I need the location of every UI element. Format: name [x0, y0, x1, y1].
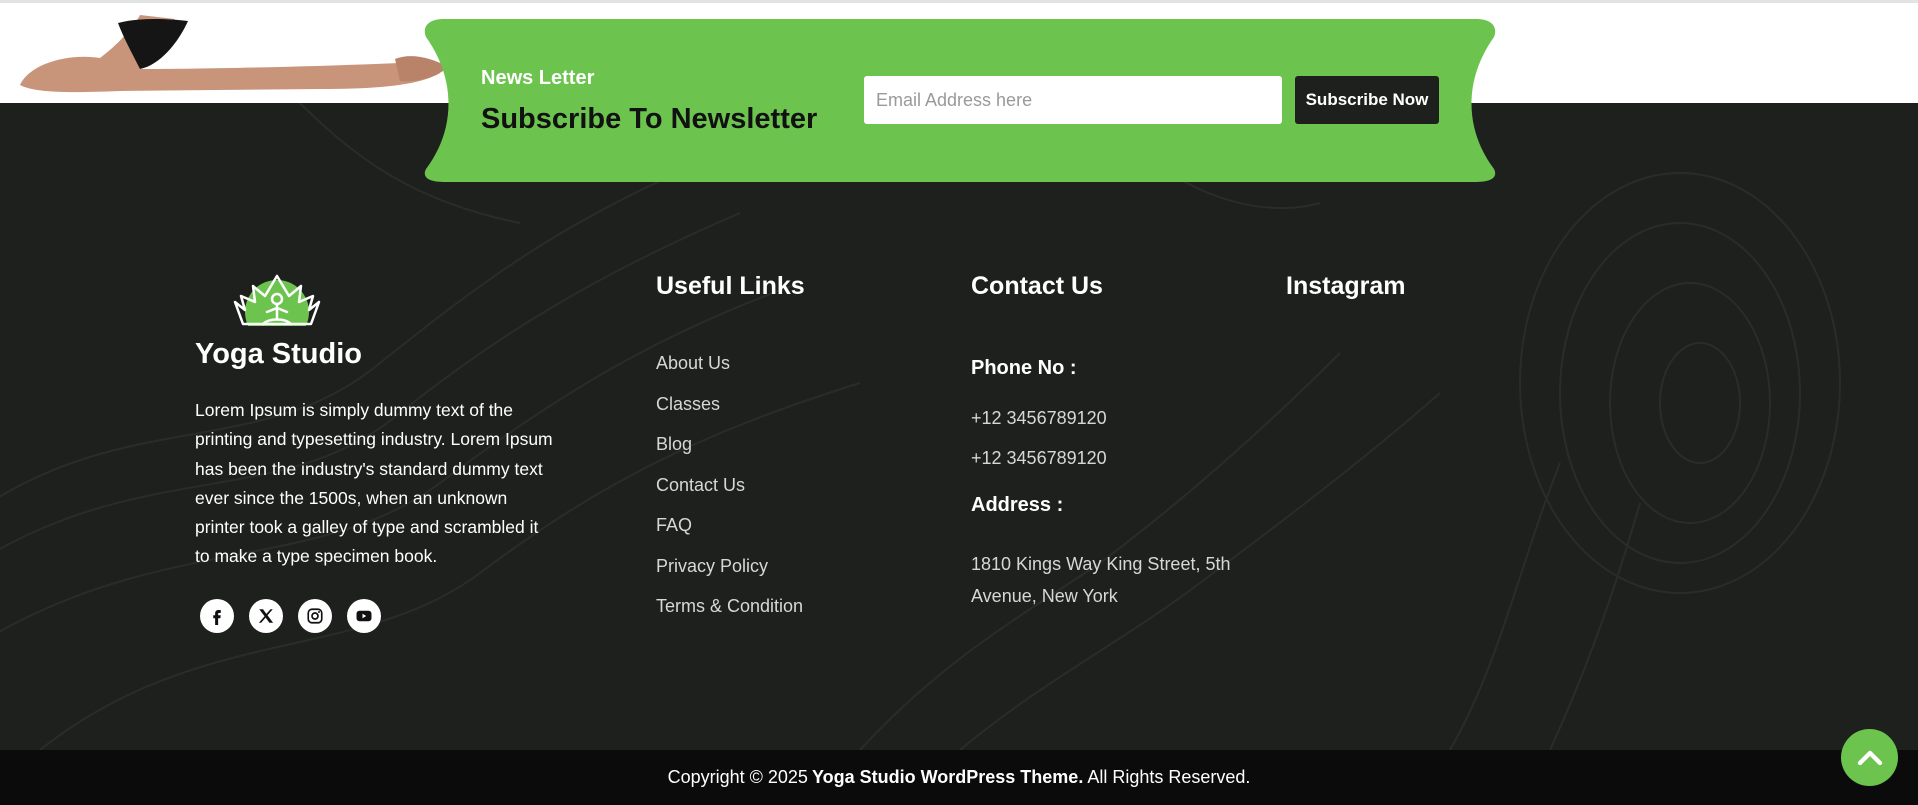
link-faq[interactable]: FAQ	[656, 515, 803, 556]
copyright-brand-link[interactable]: Yoga Studio WordPress Theme.	[812, 767, 1083, 788]
facebook-link[interactable]	[200, 599, 234, 633]
instagram-title: Instagram	[1286, 272, 1406, 300]
address-text: 1810 Kings Way King Street, 5th Avenue, …	[971, 554, 1231, 606]
x-twitter-icon	[258, 609, 274, 623]
instagram-icon	[307, 608, 323, 624]
link-classes[interactable]: Classes	[656, 394, 803, 435]
link-blog[interactable]: Blog	[656, 434, 803, 475]
scroll-to-top-button[interactable]	[1841, 729, 1898, 786]
phone-label: Phone No :	[971, 357, 1077, 379]
youtube-icon	[356, 610, 372, 622]
copyright-suffix: All Rights Reserved.	[1087, 767, 1251, 787]
facebook-icon	[213, 610, 221, 625]
link-about-us[interactable]: About Us	[656, 353, 803, 394]
newsletter-kicker: News Letter	[481, 67, 595, 89]
link-contact-us[interactable]: Contact Us	[656, 475, 803, 516]
brand-logo[interactable]: Yoga Studio	[195, 272, 363, 372]
youtube-link[interactable]	[347, 599, 381, 633]
address-label: Address :	[971, 494, 1064, 516]
social-links	[200, 599, 381, 633]
x-twitter-link[interactable]	[249, 599, 283, 633]
useful-links-title: Useful Links	[656, 272, 805, 300]
newsletter-title: Subscribe To Newsletter	[481, 103, 818, 135]
link-terms-condition[interactable]: Terms & Condition	[656, 596, 803, 637]
yoga-model-photo	[20, 15, 448, 93]
newsletter-banner: News Letter Subscribe To Newsletter Subs…	[424, 19, 1496, 182]
email-input[interactable]	[864, 76, 1282, 124]
brand-name: Yoga Studio	[195, 338, 363, 370]
instagram-link[interactable]	[298, 599, 332, 633]
link-privacy-policy[interactable]: Privacy Policy	[656, 556, 803, 597]
copyright-prefix: Copyright © 2025	[667, 767, 808, 787]
phone-number-2[interactable]: +12 3456789120	[971, 448, 1107, 469]
subscribe-button[interactable]: Subscribe Now	[1295, 76, 1439, 124]
about-text: Lorem Ipsum is simply dummy text of the …	[195, 400, 553, 567]
lotus-meditation-icon	[231, 274, 323, 340]
useful-links-list: About Us Classes Blog Contact Us FAQ Pri…	[656, 353, 803, 637]
phone-number-1[interactable]: +12 3456789120	[971, 408, 1107, 429]
chevron-up-icon	[1857, 750, 1882, 765]
copyright-bar: Copyright © 2025 Yoga Studio WordPress T…	[0, 750, 1918, 805]
contact-title: Contact Us	[971, 272, 1103, 300]
